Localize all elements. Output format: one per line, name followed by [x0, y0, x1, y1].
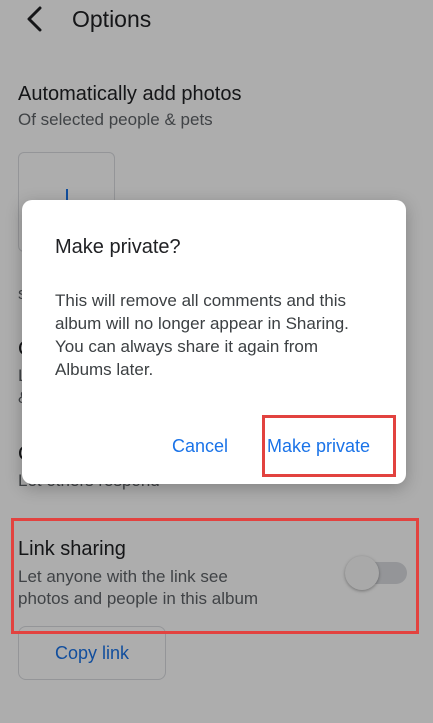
options-screen: Options Automatically add photos Of sele… — [0, 0, 433, 723]
dialog-title: Make private? — [55, 236, 181, 258]
dialog-body: This will remove all comments and this a… — [55, 291, 349, 379]
link-sharing-highlight — [11, 518, 419, 634]
cancel-button[interactable]: Cancel — [172, 436, 228, 457]
make-private-highlight — [262, 415, 396, 477]
